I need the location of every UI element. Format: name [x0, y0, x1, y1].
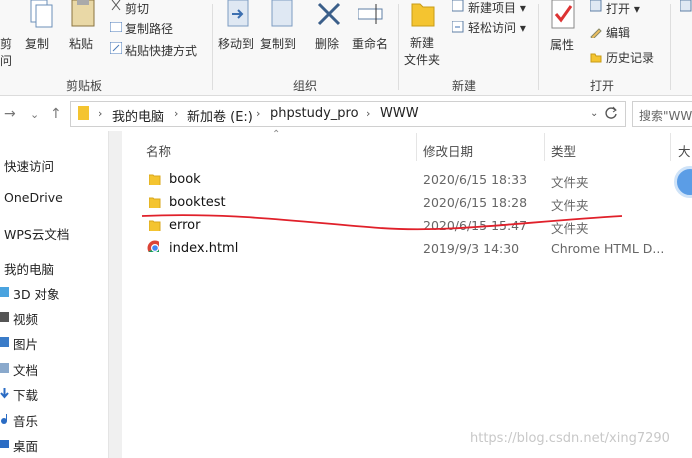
watermark-text: https://blog.csdn.net/xing7290	[470, 431, 670, 446]
red-annotation-stroke	[141, 214, 623, 231]
